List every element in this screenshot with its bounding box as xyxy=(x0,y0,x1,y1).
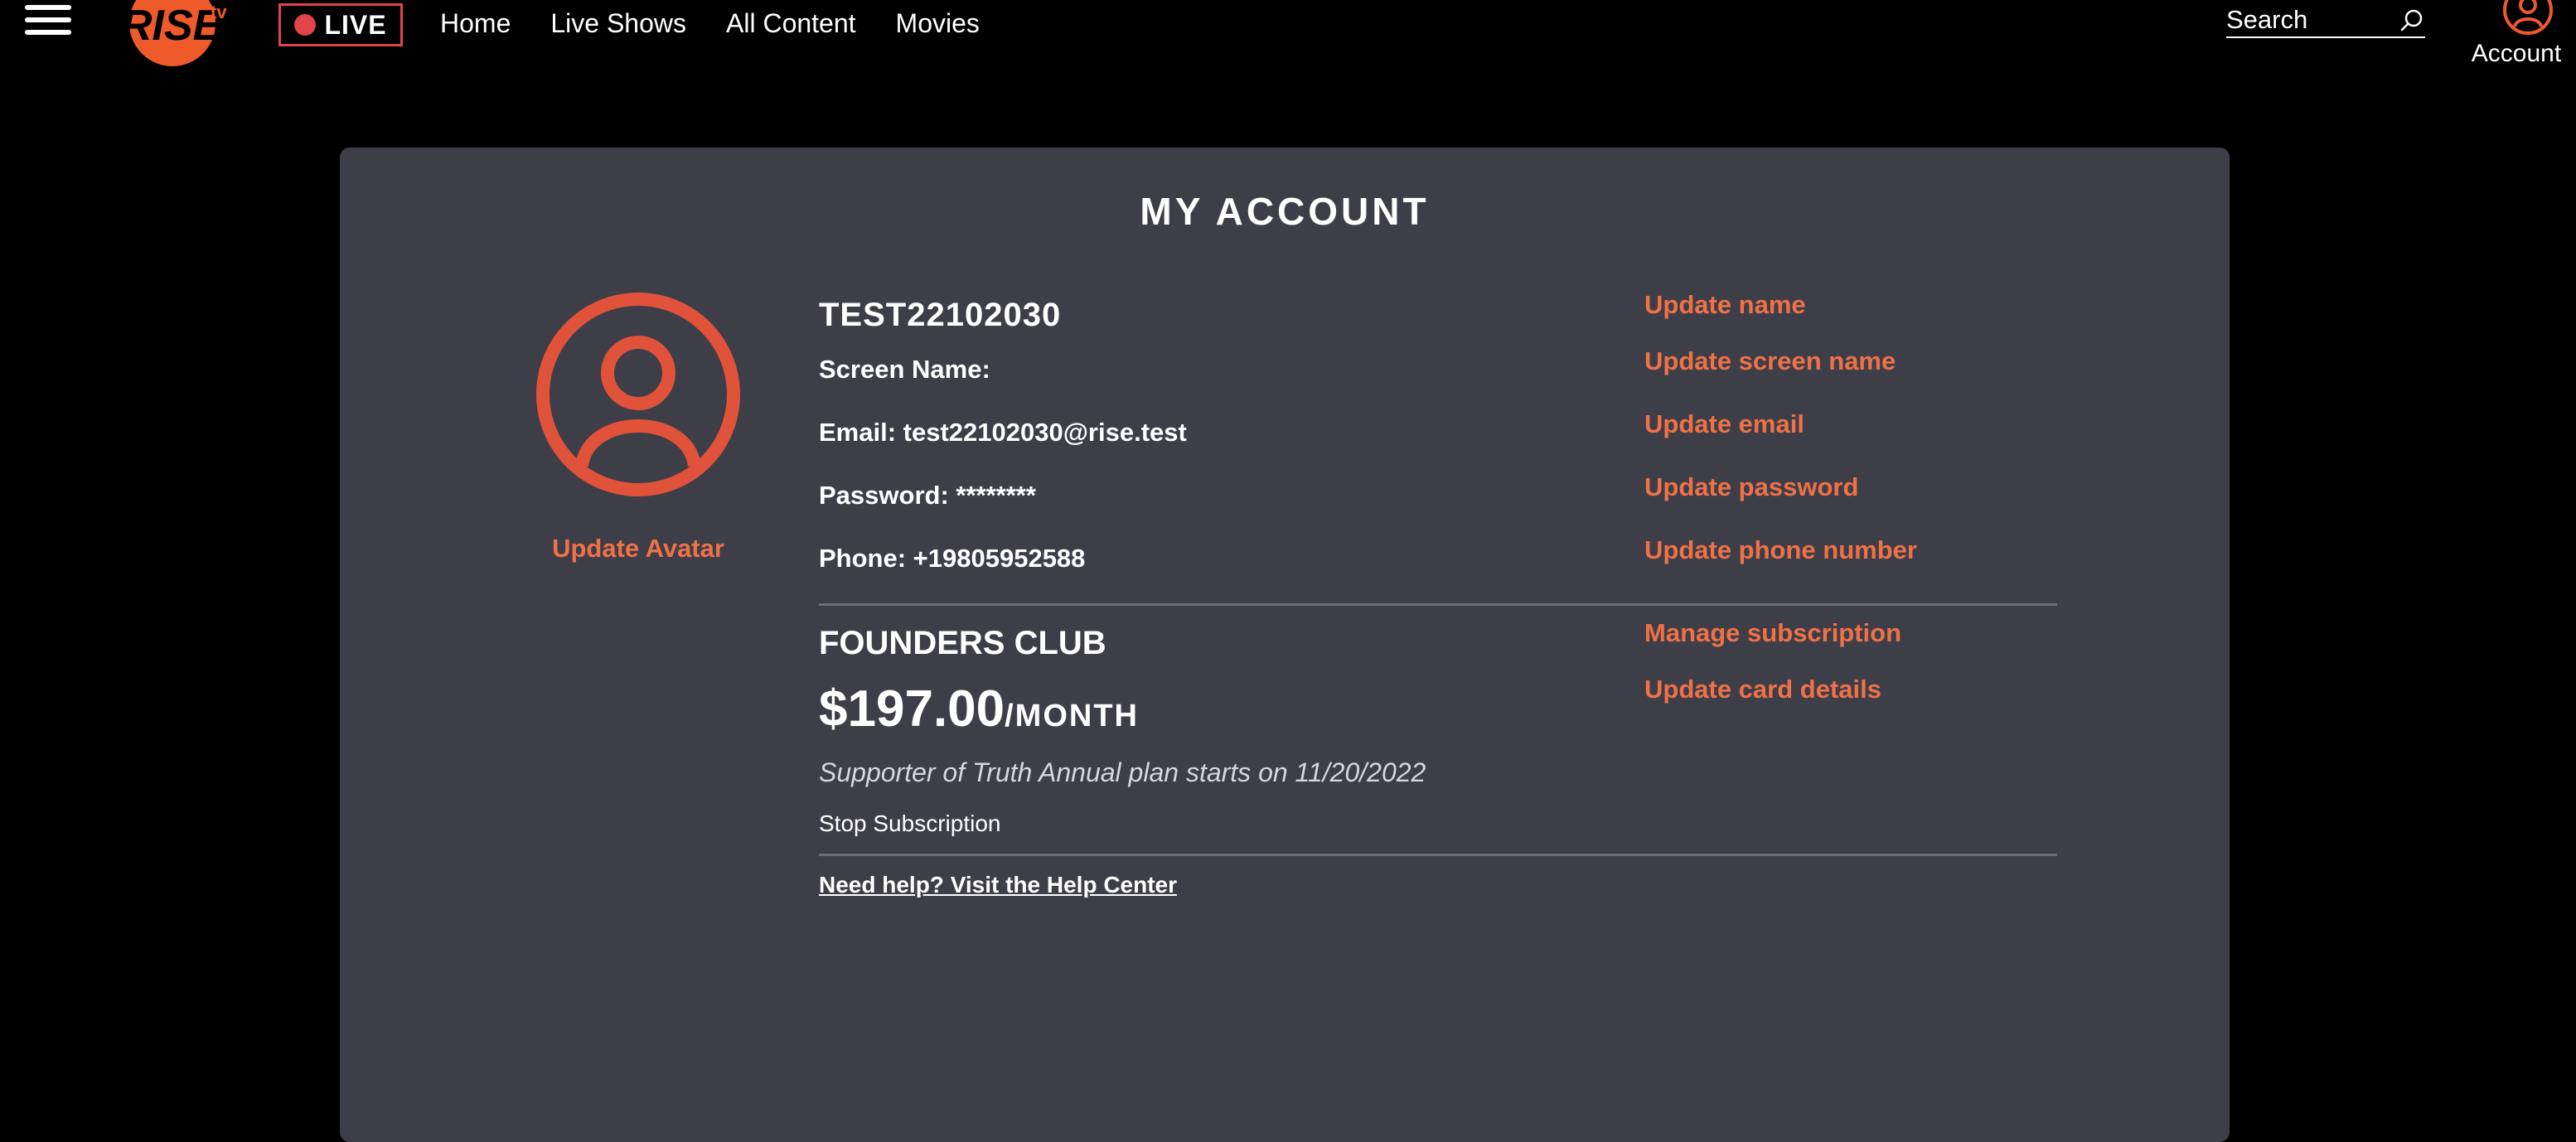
stop-subscription-link[interactable]: Stop Subscription xyxy=(819,811,1000,837)
plan-price: $197.00/MONTH xyxy=(819,680,1139,738)
menu-icon[interactable] xyxy=(25,2,71,38)
price-period: /MONTH xyxy=(1005,699,1139,733)
plan-note: Supporter of Truth Annual plan starts on… xyxy=(819,757,1426,787)
account-card: MY ACCOUNT Update Avatar TEST22102030 Sc… xyxy=(340,148,2230,1142)
phone-field: Phone: +19805952588 xyxy=(819,544,1086,573)
main-nav: Home Live Shows All Content Movies xyxy=(440,5,980,41)
rise-logo[interactable]: RISE tv xyxy=(116,0,232,66)
page-title: MY ACCOUNT xyxy=(1140,190,1430,233)
update-name-link[interactable]: Update name xyxy=(1644,290,1806,320)
update-phone-link[interactable]: Update phone number xyxy=(1644,535,1917,565)
manage-subscription-link[interactable]: Manage subscription xyxy=(1644,618,1901,648)
live-dot-icon xyxy=(294,14,317,36)
account-label: Account xyxy=(2471,40,2562,67)
logo-text: RISE xyxy=(121,2,223,50)
help-center-link[interactable]: Need help? Visit the Help Center xyxy=(819,872,1177,898)
divider xyxy=(819,603,2057,606)
avatar-icon xyxy=(536,293,740,496)
email-field: Email: test22102030@rise.test xyxy=(819,418,1187,447)
price-amount: $197.00 xyxy=(819,680,1005,738)
update-password-link[interactable]: Update password xyxy=(1644,472,1858,502)
account-icon xyxy=(2503,0,2553,35)
update-screen-name-link[interactable]: Update screen name xyxy=(1644,346,1896,376)
password-field: Password: ******** xyxy=(819,481,1036,510)
divider xyxy=(819,854,2057,856)
update-email-link[interactable]: Update email xyxy=(1644,409,1804,439)
plan-name: FOUNDERS CLUB xyxy=(819,625,1106,661)
nav-movies[interactable]: Movies xyxy=(896,5,980,41)
update-card-link[interactable]: Update card details xyxy=(1644,675,1881,704)
search-bar xyxy=(2226,3,2425,38)
svg-text:tv: tv xyxy=(211,2,227,22)
live-button[interactable]: LIVE xyxy=(278,3,403,46)
search-input[interactable] xyxy=(2226,5,2392,35)
search-icon[interactable] xyxy=(2400,8,2425,33)
update-avatar-link[interactable]: Update Avatar xyxy=(506,534,771,564)
nav-all-content[interactable]: All Content xyxy=(726,5,856,41)
username: TEST22102030 xyxy=(819,297,1062,333)
nav-home[interactable]: Home xyxy=(440,5,511,41)
screen-name-field: Screen Name: xyxy=(819,355,990,384)
account-button[interactable]: Account xyxy=(2458,0,2574,75)
nav-live-shows[interactable]: Live Shows xyxy=(550,5,686,41)
live-label: LIVE xyxy=(324,9,387,40)
